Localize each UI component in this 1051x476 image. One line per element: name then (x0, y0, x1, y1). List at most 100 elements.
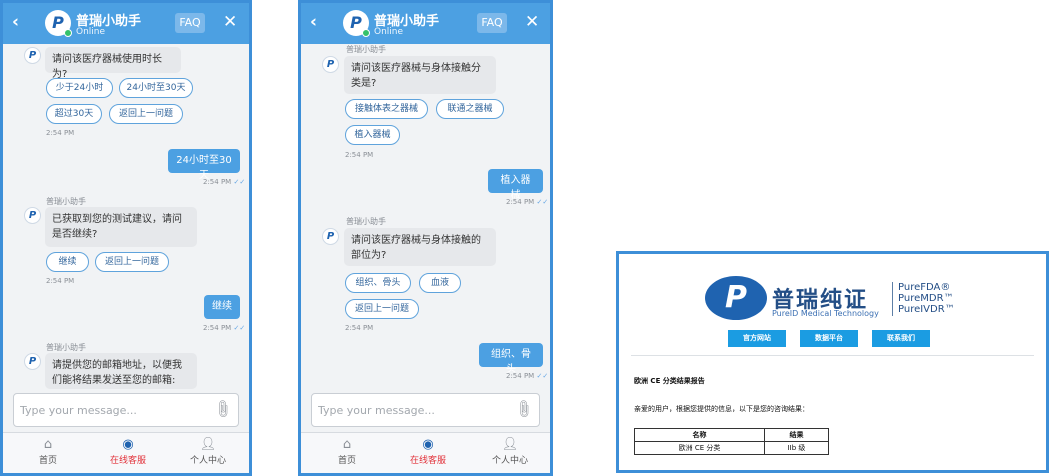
message-input[interactable] (318, 400, 498, 420)
back-arrow-icon[interactable]: ‹ (310, 13, 317, 31)
bot-message: 已获取到您的测试建议，请问是否继续? (45, 207, 197, 247)
nav-label: 个人中心 (189, 456, 226, 466)
online-status: Online (76, 27, 106, 37)
result-table: 名称 结果 欧洲 CE 分类 IIb 级 (634, 428, 829, 455)
option-back[interactable]: 返回上一问题 (345, 299, 419, 319)
message-input[interactable] (20, 400, 200, 420)
sender-name: 普瑞小助手 (346, 45, 386, 54)
faq-button[interactable]: FAQ (175, 13, 205, 33)
nav-profile[interactable]: 👤︎ 个人中心 (480, 437, 540, 466)
option-over-30d[interactable]: 超过30天 (46, 104, 102, 124)
chat-bot-icon: ◉ (422, 437, 434, 452)
option-continue[interactable]: 继续 (46, 252, 89, 272)
table-header: 名称 (634, 428, 765, 442)
user-icon: 👤︎ (501, 437, 519, 452)
sender-name: 普瑞小助手 (46, 197, 86, 206)
chat-bot-icon: ◉ (122, 437, 134, 452)
option-communicating-device[interactable]: 联通之器械 (436, 99, 504, 119)
bot-avatar-icon: P (322, 56, 339, 73)
bot-message: 请问该医疗器械与身体接触的部位为? (344, 228, 496, 266)
bot-message: 请提供您的邮箱地址，以便我们能将结果发送至您的邮箱: (45, 353, 197, 389)
option-less-24h[interactable]: 少于24小时 (46, 78, 113, 98)
timestamp: 2:54 PM ✓✓ (203, 178, 246, 186)
chat-header: ‹ P 普瑞小助手 Online FAQ ✕ (3, 3, 249, 44)
nav-support[interactable]: ◉ 在线客服 (98, 437, 158, 466)
online-status-dot-icon (362, 29, 370, 37)
sender-name: 普瑞小助手 (346, 217, 386, 226)
bot-message: 请问该医疗器械使用时长为? (45, 47, 181, 80)
timestamp: 2:54 PM ✓✓ (506, 198, 549, 206)
user-message: 组织、骨头 (479, 343, 543, 375)
brand-divider (892, 282, 893, 316)
nav-home[interactable]: ⌂ 首页 (18, 437, 78, 466)
option-back[interactable]: 返回上一问题 (109, 104, 183, 124)
user-message: 植入器械 (488, 169, 543, 201)
user-icon: 👤︎ (199, 437, 217, 452)
bot-avatar-icon: P (24, 353, 41, 370)
timestamp: 2:54 PM ✓✓ (506, 372, 549, 380)
back-arrow-icon[interactable]: ‹ (12, 13, 19, 31)
home-icon: ⌂ (43, 437, 53, 452)
nav-label: 在线客服 (109, 456, 146, 466)
close-icon[interactable]: ✕ (223, 12, 237, 32)
online-status: Online (374, 27, 404, 37)
user-message: 24小时至30天 (168, 149, 240, 181)
read-receipt-icon: ✓✓ (536, 198, 549, 206)
online-status-dot-icon (64, 29, 72, 37)
option-back[interactable]: 返回上一问题 (95, 252, 169, 272)
report-heading: 欧洲 CE 分类结果报告 (634, 377, 705, 385)
nav-home[interactable]: ⌂ 首页 (317, 437, 377, 466)
option-blood[interactable]: 血液 (419, 273, 461, 293)
chat-window-1: ‹ P 普瑞小助手 Online FAQ ✕ P 请问该医疗器械使用时长为? 少… (0, 0, 252, 476)
message-input-bar: 📎︎ (13, 393, 239, 427)
bot-message: 请问该医疗器械与身体接触分类是? (344, 56, 496, 94)
user-message: 继续 (204, 295, 240, 319)
read-receipt-icon: ✓✓ (536, 372, 549, 380)
nav-label: 在线客服 (409, 456, 446, 466)
table-row: 欧洲 CE 分类 IIb 级 (634, 441, 829, 455)
product-puremdr: PureMDR™ (898, 293, 954, 304)
company-logo-icon: P (705, 276, 767, 320)
bottom-nav: ⌂ 首页 ◉ 在线客服 👤︎ 个人中心 (3, 432, 249, 473)
email-report: P 普瑞纯证 PureID Medical Technology PureFDA… (616, 251, 1049, 473)
chat-header: ‹ P 普瑞小助手 Online FAQ ✕ (301, 3, 550, 44)
message-input-bar: 📎︎ (311, 393, 540, 427)
home-icon: ⌂ (342, 437, 352, 452)
bot-avatar-icon: P (24, 47, 41, 64)
table-header-row: 名称 结果 (634, 428, 829, 442)
option-implant-device[interactable]: 植入器械 (345, 125, 400, 145)
faq-button[interactable]: FAQ (477, 13, 507, 33)
attachment-clip-icon[interactable]: 📎︎ (513, 398, 535, 420)
option-tissue-bone[interactable]: 组织、骨头 (345, 273, 411, 293)
product-pureivdr: PureIVDR™ (898, 304, 955, 315)
official-website-button[interactable]: 官方网站 (728, 330, 786, 347)
bot-avatar-icon: P (322, 228, 339, 245)
read-receipt-icon: ✓✓ (233, 178, 246, 186)
timestamp: 2:54 PM (345, 151, 374, 159)
table-cell: 欧洲 CE 分类 (634, 441, 765, 455)
nav-label: 个人中心 (491, 456, 528, 466)
attachment-clip-icon[interactable]: 📎︎ (212, 398, 234, 420)
product-purefda: PureFDA® (898, 282, 951, 293)
sender-name: 普瑞小助手 (46, 343, 86, 352)
option-surface-device[interactable]: 接触体表之器械 (345, 99, 428, 119)
screenshot-stage: ‹ P 普瑞小助手 Online FAQ ✕ P 请问该医疗器械使用时长为? 少… (0, 0, 1051, 476)
nav-label: 首页 (337, 456, 356, 466)
close-icon[interactable]: ✕ (525, 12, 539, 32)
read-receipt-icon: ✓✓ (233, 324, 246, 332)
contact-us-button[interactable]: 联系我们 (872, 330, 930, 347)
bot-avatar-icon: P (24, 207, 41, 224)
timestamp: 2:54 PM ✓✓ (203, 324, 246, 332)
nav-profile[interactable]: 👤︎ 个人中心 (178, 437, 238, 466)
nav-label: 首页 (38, 456, 57, 466)
chat-window-2: ‹ P 普瑞小助手 Online FAQ ✕ 普瑞小助手 P 请问该医疗器械与身… (298, 0, 553, 476)
brand-english-name: PureID Medical Technology (772, 309, 879, 318)
option-24h-30d[interactable]: 24小时至30天 (119, 78, 193, 98)
data-platform-button[interactable]: 数据平台 (800, 330, 858, 347)
timestamp: 2:54 PM (46, 277, 75, 285)
timestamp: 2:54 PM (345, 324, 374, 332)
nav-support[interactable]: ◉ 在线客服 (398, 437, 458, 466)
bottom-nav: ⌂ 首页 ◉ 在线客服 👤︎ 个人中心 (301, 432, 550, 473)
timestamp: 2:54 PM (46, 129, 75, 137)
table-header: 结果 (764, 428, 829, 442)
